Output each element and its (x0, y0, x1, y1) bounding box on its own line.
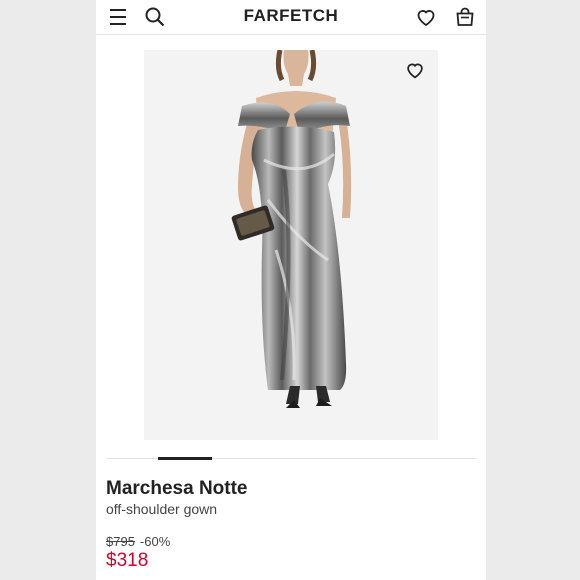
price-row: $795 -60% (106, 534, 170, 549)
top-navigation-bar: FARFETCH (96, 0, 486, 35)
product-description: off-shoulder gown (106, 501, 218, 517)
product-image-gallery[interactable] (144, 50, 438, 440)
brand-name[interactable]: Marchesa Notte (106, 478, 248, 500)
bag-icon[interactable] (453, 5, 477, 29)
original-price: $795 (106, 534, 135, 549)
heart-icon[interactable] (414, 5, 438, 29)
product-page: FARFETCH Marchesa Notte off-shoulder gow… (96, 0, 486, 580)
sale-price: $318 (106, 550, 149, 571)
gallery-progress-active (158, 457, 212, 460)
product-photo (231, 50, 352, 408)
wishlist-heart-icon[interactable] (404, 59, 426, 81)
discount-badge: -60% (139, 534, 171, 549)
